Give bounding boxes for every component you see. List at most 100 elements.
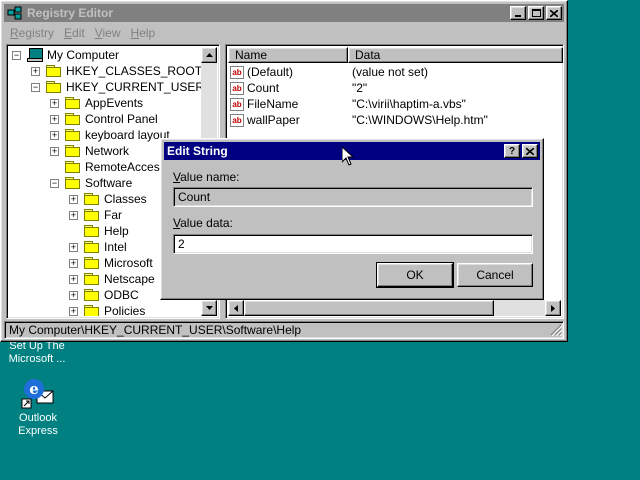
menu-help[interactable]: Help: [126, 26, 161, 40]
tree-item-intel[interactable]: + Intel: [69, 239, 127, 255]
outlook-express-desktop-icon[interactable]: e Outlook Express: [3, 376, 73, 438]
tree-item-policies[interactable]: + Policies: [69, 303, 145, 316]
string-value-icon: ab: [230, 97, 244, 111]
tree-item-classes[interactable]: + Classes: [69, 191, 147, 207]
scroll-thumb[interactable]: [244, 300, 494, 316]
tree-item-hkey-classes-root[interactable]: + HKEY_CLASSES_ROOT: [31, 63, 201, 79]
tree-item-label: Network: [85, 144, 130, 158]
value-name-field: Count: [173, 187, 533, 207]
tree-expand-icon[interactable]: +: [50, 130, 59, 140]
status-bar: My Computer\HKEY_CURRENT_USER\Software\H…: [4, 321, 564, 339]
value-row-filename[interactable]: ab FileName "C:\virii\haptim-a.vbs": [230, 96, 466, 112]
menu-view[interactable]: View: [90, 26, 126, 40]
registry-window-title: Registry Editor: [27, 6, 114, 20]
column-header-data[interactable]: Data: [348, 47, 563, 63]
value-data: "C:\virii\haptim-a.vbs": [352, 97, 466, 111]
tree-item-network[interactable]: + Network: [50, 143, 129, 159]
value-row-wallpaper[interactable]: ab wallPaper "C:\WINDOWS\Help.htm": [230, 112, 488, 128]
tree-item-software[interactable]: − Software: [50, 175, 132, 191]
arrow-up-icon: [205, 53, 213, 57]
tree-item-netscape[interactable]: + Netscape: [69, 271, 155, 287]
tree-expand-icon[interactable]: +: [69, 290, 78, 300]
tree-expand-icon[interactable]: +: [69, 194, 78, 204]
tree-collapse-icon[interactable]: −: [12, 50, 21, 60]
tree-item-label: Classes: [104, 192, 147, 206]
setup-microsoft-desktop-icon[interactable]: Set Up The Microsoft ...: [2, 340, 72, 366]
string-value-icon: ab: [230, 65, 244, 79]
tree-collapse-icon[interactable]: −: [50, 178, 59, 188]
arrow-right-icon: [551, 304, 555, 312]
registry-title-bar[interactable]: Registry Editor: [4, 4, 564, 22]
status-path: My Computer\HKEY_CURRENT_USER\Software\H…: [9, 323, 302, 337]
ok-button[interactable]: OK: [376, 262, 454, 288]
minimize-button[interactable]: [510, 6, 526, 20]
resize-grip-icon[interactable]: [550, 324, 562, 336]
tree-item-label: HKEY_CLASSES_ROOT: [66, 64, 201, 78]
value-data-input[interactable]: 2: [173, 234, 533, 254]
svg-text:e: e: [29, 380, 39, 398]
column-header-name[interactable]: Name: [228, 47, 348, 63]
maximize-button[interactable]: [528, 6, 544, 20]
tree-item-control-panel[interactable]: + Control Panel: [50, 111, 158, 127]
value-name: (Default): [247, 65, 294, 79]
tree-expand-icon[interactable]: +: [69, 274, 78, 284]
folder-icon: [84, 241, 100, 253]
tree-item-my-computer[interactable]: − My Computer: [12, 47, 119, 63]
tree-item-label: Netscape: [104, 272, 155, 286]
menu-bar: Registry Edit View Help: [5, 24, 563, 42]
dialog-help-button[interactable]: ?: [504, 144, 520, 158]
arrow-down-icon: [205, 306, 213, 310]
my-computer-icon: [27, 48, 43, 62]
list-horizontal-scrollbar[interactable]: [228, 300, 561, 316]
tree-expand-icon[interactable]: +: [50, 114, 59, 124]
scroll-left-button[interactable]: [228, 300, 244, 316]
tree-expand-icon[interactable]: +: [31, 66, 40, 76]
outlook-express-icon: e: [21, 379, 54, 409]
tree-item-microsoft[interactable]: + Microsoft: [69, 255, 153, 271]
tree-item-label: My Computer: [47, 48, 120, 62]
folder-icon: [84, 257, 100, 269]
value-name: Count: [247, 81, 280, 95]
folder-icon: [84, 305, 100, 316]
tree-expand-icon[interactable]: +: [69, 306, 78, 316]
tree-item-appevents[interactable]: + AppEvents: [50, 95, 143, 111]
value-name: FileName: [247, 97, 299, 111]
folder-icon: [46, 81, 62, 93]
tree-item-label: Help: [104, 224, 129, 238]
scroll-up-button[interactable]: [201, 47, 217, 63]
mouse-pointer-icon: [342, 147, 354, 166]
tree-collapse-icon[interactable]: −: [31, 82, 40, 92]
folder-icon: [65, 97, 81, 109]
tree-item-far[interactable]: + Far: [69, 207, 122, 223]
column-header-data-label: Data: [355, 48, 381, 62]
tree-expand-icon[interactable]: +: [69, 210, 78, 220]
tree-item-odbc[interactable]: + ODBC: [69, 287, 139, 303]
close-button[interactable]: [546, 6, 562, 20]
close-icon: [526, 147, 534, 155]
dialog-close-button[interactable]: [522, 144, 538, 158]
tree-expand-icon[interactable]: +: [69, 258, 78, 268]
scroll-right-button[interactable]: [545, 300, 561, 316]
value-row-count[interactable]: ab Count "2": [230, 80, 367, 96]
tree-expand-icon[interactable]: +: [69, 242, 78, 252]
value-name-label: Value name:: [173, 170, 240, 184]
column-header-name-label: Name: [235, 48, 268, 62]
tree-item-hkey-current-user[interactable]: − HKEY_CURRENT_USER: [31, 79, 201, 95]
value-data: (value not set): [352, 65, 429, 79]
tree-expand-icon[interactable]: +: [50, 98, 59, 108]
folder-icon: [84, 273, 100, 285]
setup-icon-label-line2: Microsoft ...: [8, 353, 66, 365]
value-name: wallPaper: [247, 113, 300, 127]
value-row-default[interactable]: ab (Default) (value not set): [230, 64, 428, 80]
ok-button-label: OK: [406, 268, 424, 282]
tree-item-keyboard-layout[interactable]: + keyboard layout: [50, 127, 170, 143]
tree-item-remoteaccess[interactable]: RemoteAccess: [50, 159, 166, 175]
cancel-button[interactable]: Cancel: [457, 263, 533, 287]
value-data-label: Value data:: [173, 216, 233, 230]
scroll-down-button[interactable]: [201, 300, 217, 316]
menu-edit[interactable]: Edit: [59, 26, 90, 40]
tree-expand-icon[interactable]: +: [50, 146, 59, 156]
menu-registry[interactable]: Registry: [5, 26, 59, 40]
tree-item-help[interactable]: Help: [69, 223, 129, 239]
tree-item-label: keyboard layout: [85, 128, 170, 142]
